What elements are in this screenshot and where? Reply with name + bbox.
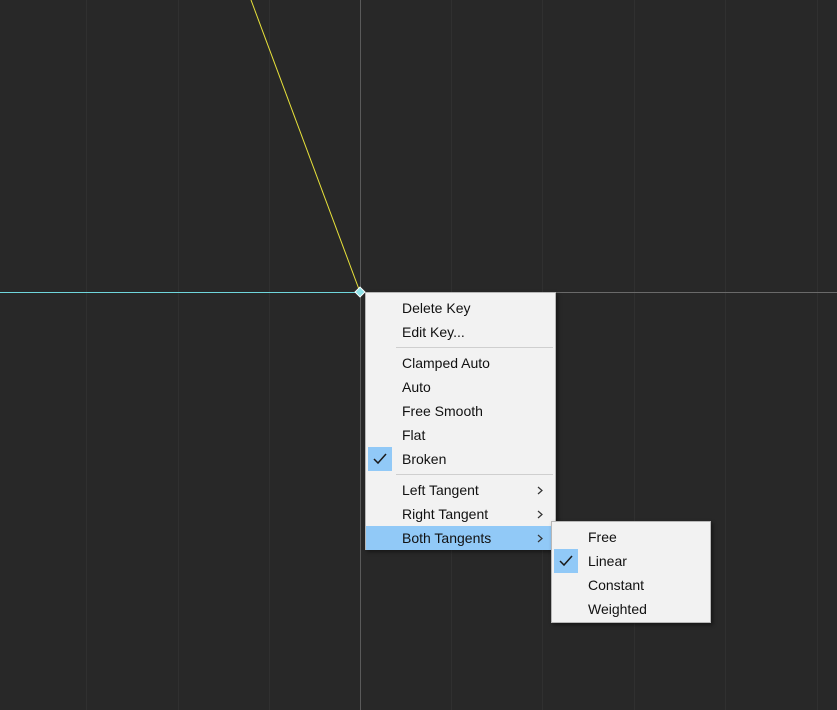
menu-item-delete-key[interactable]: Delete Key xyxy=(366,296,555,320)
chevron-right-icon xyxy=(537,502,545,526)
menu-item-free-smooth[interactable]: Free Smooth xyxy=(366,399,555,423)
menu-separator xyxy=(396,347,553,348)
menu-item-edit-key[interactable]: Edit Key... xyxy=(366,320,555,344)
menu-item-broken[interactable]: Broken xyxy=(366,447,555,471)
menu-item-label: Edit Key... xyxy=(402,324,465,340)
keyframe-diamond-icon[interactable] xyxy=(354,286,366,298)
menu-item-label: Free Smooth xyxy=(402,403,483,419)
submenu-item-linear[interactable]: Linear xyxy=(552,549,710,573)
menu-item-left-tangent[interactable]: Left Tangent xyxy=(366,478,555,502)
menu-item-label: Right Tangent xyxy=(402,506,489,522)
chevron-right-icon xyxy=(537,526,545,550)
menu-item-label: Constant xyxy=(588,577,645,593)
both-tangents-submenu: Free Linear Constant Weighted xyxy=(551,521,711,623)
menu-item-label: Free xyxy=(588,529,617,545)
context-menu: Delete Key Edit Key... Clamped Auto Auto… xyxy=(365,292,556,550)
menu-item-clamped-auto[interactable]: Clamped Auto xyxy=(366,351,555,375)
check-icon xyxy=(368,447,392,471)
submenu-item-constant[interactable]: Constant xyxy=(552,573,710,597)
menu-item-label: Left Tangent xyxy=(402,482,479,498)
submenu-item-free[interactable]: Free xyxy=(552,525,710,549)
menu-item-auto[interactable]: Auto xyxy=(366,375,555,399)
menu-item-label: Flat xyxy=(402,427,426,443)
menu-item-label: Both Tangents xyxy=(402,530,492,546)
curve-yellow[interactable] xyxy=(250,0,361,293)
menu-item-label: Clamped Auto xyxy=(402,355,490,371)
menu-item-label: Delete Key xyxy=(402,300,471,316)
menu-item-label: Broken xyxy=(402,451,447,467)
check-icon xyxy=(554,549,578,573)
curve-editor[interactable]: Delete Key Edit Key... Clamped Auto Auto… xyxy=(0,0,837,710)
menu-item-label: Weighted xyxy=(588,601,647,617)
submenu-item-weighted[interactable]: Weighted xyxy=(552,597,710,621)
menu-item-both-tangents[interactable]: Both Tangents xyxy=(366,526,555,550)
menu-item-label: Linear xyxy=(588,553,627,569)
chevron-right-icon xyxy=(537,478,545,502)
menu-item-label: Auto xyxy=(402,379,431,395)
menu-separator xyxy=(396,474,553,475)
menu-item-right-tangent[interactable]: Right Tangent xyxy=(366,502,555,526)
menu-item-flat[interactable]: Flat xyxy=(366,423,555,447)
